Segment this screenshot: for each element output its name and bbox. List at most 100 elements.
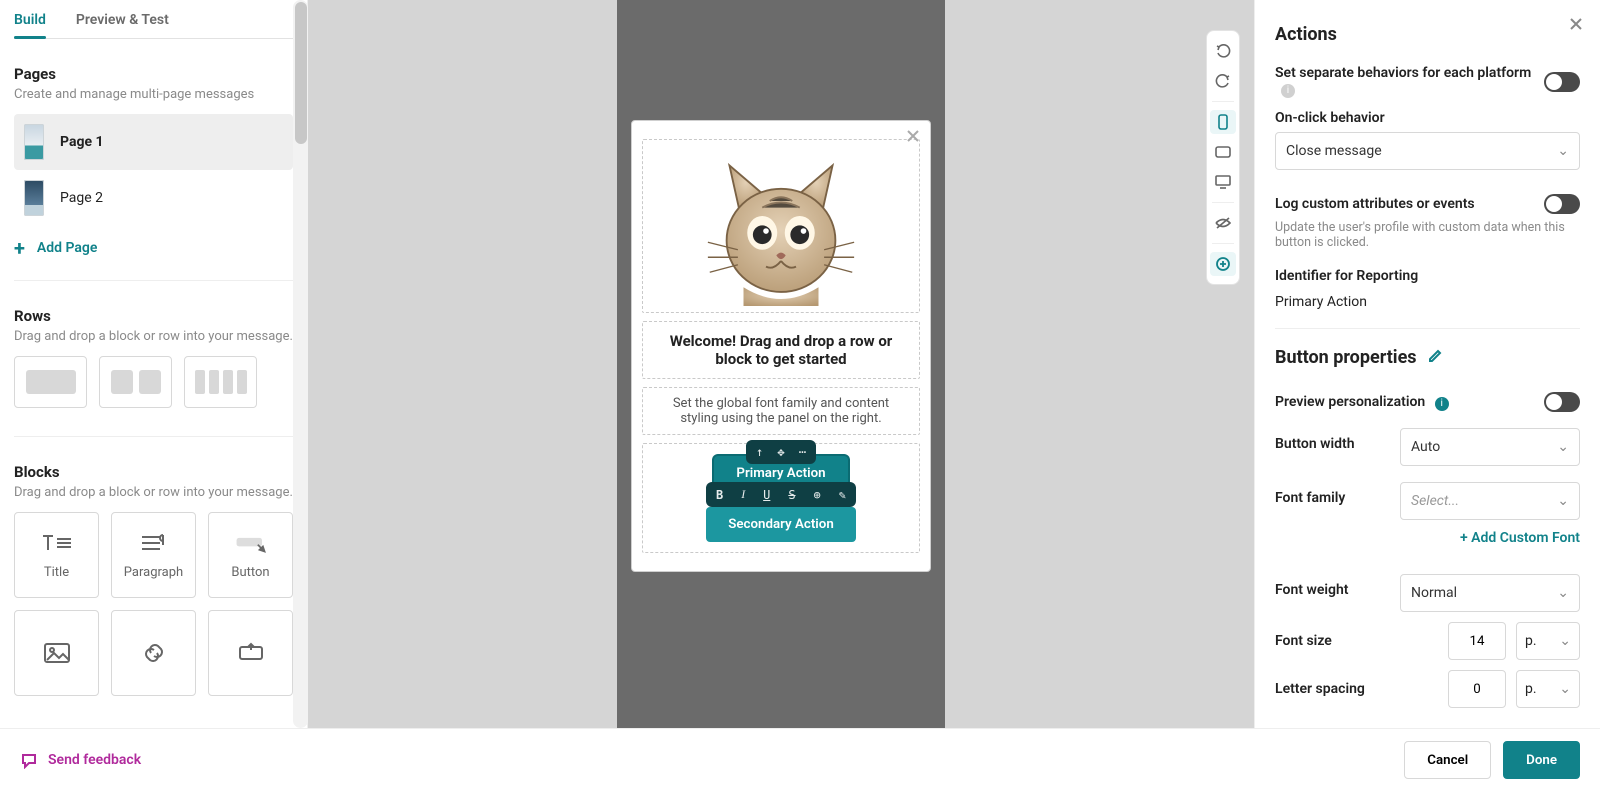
font-family-value: Select... xyxy=(1411,493,1459,509)
image-block[interactable] xyxy=(642,139,920,313)
log-hint: Update the user's profile with custom da… xyxy=(1275,220,1580,250)
button-width-select[interactable]: Auto ⌄ xyxy=(1400,428,1580,466)
device-tablet-button[interactable] xyxy=(1210,140,1236,164)
undo-button[interactable] xyxy=(1210,39,1236,63)
device-desktop-button[interactable] xyxy=(1210,170,1236,194)
row-4col[interactable] xyxy=(184,356,257,408)
more-icon[interactable]: ⋯ xyxy=(799,445,806,459)
pages-hint: Create and manage multi-page messages xyxy=(14,87,293,102)
strike-icon[interactable]: S xyxy=(788,488,795,502)
rows-hint: Drag and drop a block or row into your m… xyxy=(14,329,293,344)
footer-buttons: Cancel Done xyxy=(1404,741,1580,779)
block-paragraph[interactable]: Paragraph xyxy=(111,512,196,598)
bold-icon[interactable]: B xyxy=(716,488,723,502)
log-label: Log custom attributes or events xyxy=(1275,196,1475,212)
tab-build[interactable]: Build xyxy=(14,12,46,38)
info-icon[interactable]: i xyxy=(1435,397,1449,411)
font-weight-select[interactable]: Normal ⌄ xyxy=(1400,574,1580,612)
close-icon[interactable] xyxy=(904,127,922,149)
font-size-unit-select[interactable]: p. ⌄ xyxy=(1516,622,1580,660)
divider xyxy=(1212,243,1234,244)
headline-block[interactable]: Welcome! Drag and drop a row or block to… xyxy=(642,321,920,379)
chevron-down-icon: ⌄ xyxy=(1557,439,1569,455)
move-up-icon[interactable]: ↑ xyxy=(756,445,763,459)
scrollbar-thumb[interactable] xyxy=(295,2,307,144)
block-label: Title xyxy=(44,565,69,580)
in-app-message-card[interactable]: Welcome! Drag and drop a row or block to… xyxy=(631,120,931,572)
chevron-down-icon: ⌄ xyxy=(1559,633,1571,649)
cancel-button[interactable]: Cancel xyxy=(1404,741,1491,779)
italic-icon[interactable]: I xyxy=(741,487,745,502)
font-family-label: Font family xyxy=(1275,490,1382,506)
letter-spacing-label: Letter spacing xyxy=(1275,681,1430,697)
block-image[interactable] xyxy=(14,610,99,696)
block-button[interactable]: Button xyxy=(208,512,293,598)
chevron-down-icon: ⌄ xyxy=(1557,585,1569,601)
tab-preview-test[interactable]: Preview & Test xyxy=(76,12,169,38)
block-label: Paragraph xyxy=(124,565,183,580)
info-icon[interactable]: i xyxy=(1281,84,1295,98)
send-feedback-link[interactable]: Send feedback xyxy=(20,751,141,769)
blocks-title: Blocks xyxy=(14,463,293,481)
font-weight-value: Normal xyxy=(1411,585,1457,601)
log-toggle[interactable] xyxy=(1544,194,1580,214)
button-width-value: Auto xyxy=(1411,439,1440,455)
redo-button[interactable] xyxy=(1210,69,1236,93)
divider xyxy=(14,280,293,281)
magic-icon[interactable]: ✎ xyxy=(839,488,846,502)
primary-button-wrap: ↑ ✥ ⋯ Primary Action B I U S ⊕ ✎ xyxy=(649,456,913,491)
add-page-label: Add Page xyxy=(37,240,98,256)
feedback-icon xyxy=(20,751,38,769)
add-page-button[interactable]: + Add Page xyxy=(14,236,293,260)
paragraph-block[interactable]: Set the global font family and content s… xyxy=(642,387,920,435)
separate-behaviors-toggle[interactable] xyxy=(1544,72,1580,92)
add-custom-font-link[interactable]: + Add Custom Font xyxy=(1275,530,1580,546)
selection-toolbar-bottom: B I U S ⊕ ✎ xyxy=(706,482,856,507)
close-inspector-button[interactable] xyxy=(1568,16,1584,36)
log-row: Log custom attributes or events xyxy=(1275,194,1580,214)
block-link[interactable] xyxy=(111,610,196,696)
drag-icon[interactable]: ✥ xyxy=(777,445,784,459)
onclick-value: Close message xyxy=(1286,143,1382,159)
canvas[interactable]: Welcome! Drag and drop a row or block to… xyxy=(308,0,1254,728)
onclick-select[interactable]: Close message ⌄ xyxy=(1275,132,1580,170)
row-1col[interactable] xyxy=(14,356,87,408)
device-rail xyxy=(1206,30,1240,285)
unit-value: p. xyxy=(1525,681,1537,697)
device-phone-button[interactable] xyxy=(1210,110,1236,134)
preview-pers-row: Preview personalization i xyxy=(1275,392,1580,412)
title-icon xyxy=(40,531,74,555)
cat-image xyxy=(649,146,913,306)
blocks-grid: Title Paragraph Button xyxy=(14,512,293,696)
font-family-select[interactable]: Select... ⌄ xyxy=(1400,482,1580,520)
block-title[interactable]: Title xyxy=(14,512,99,598)
add-device-button[interactable] xyxy=(1210,252,1236,276)
row-thumbs xyxy=(14,356,293,408)
row-2col[interactable] xyxy=(99,356,172,408)
pages-title: Pages xyxy=(14,65,293,83)
buttons-row[interactable]: ↑ ✥ ⋯ Primary Action B I U S ⊕ ✎ xyxy=(642,443,920,553)
page-thumb-icon xyxy=(24,124,44,160)
preview-pers-toggle[interactable] xyxy=(1544,392,1580,412)
edit-icon[interactable] xyxy=(1427,348,1443,368)
font-size-input[interactable] xyxy=(1448,622,1506,660)
letter-spacing-unit-select[interactable]: p. ⌄ xyxy=(1516,670,1580,708)
paragraph-text: Set the global font family and content s… xyxy=(649,394,913,428)
chevron-down-icon: ⌄ xyxy=(1559,681,1571,697)
link-icon xyxy=(137,641,171,665)
add-icon[interactable]: ⊕ xyxy=(814,488,821,502)
page-item-2[interactable]: Page 2 xyxy=(14,170,293,226)
block-spacer[interactable] xyxy=(208,610,293,696)
chevron-down-icon: ⌄ xyxy=(1557,143,1569,159)
plus-icon: + xyxy=(14,236,25,260)
separate-behaviors-label: Set separate behaviors for each platform xyxy=(1275,65,1531,81)
spacer-icon xyxy=(234,641,268,665)
underline-icon[interactable]: U xyxy=(763,488,770,502)
done-button[interactable]: Done xyxy=(1503,741,1580,779)
visibility-button[interactable] xyxy=(1210,211,1236,235)
button-properties-title: Button properties xyxy=(1275,347,1417,368)
secondary-action-button[interactable]: Secondary Action xyxy=(706,507,856,542)
letter-spacing-input[interactable] xyxy=(1448,670,1506,708)
page-item-1[interactable]: Page 1 xyxy=(14,114,293,170)
divider xyxy=(14,436,293,437)
